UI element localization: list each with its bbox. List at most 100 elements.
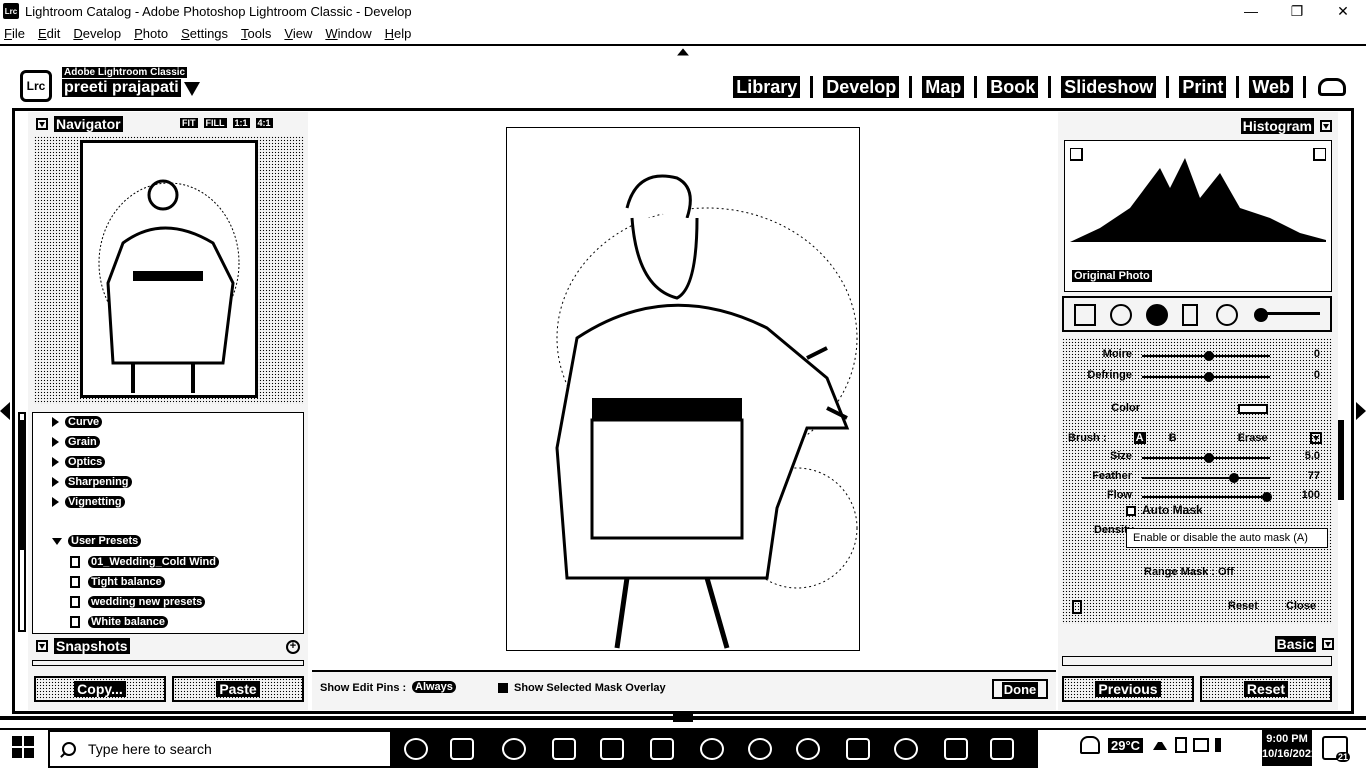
user-name[interactable]: preeti prajapati bbox=[62, 79, 181, 97]
flow-value[interactable]: 100 bbox=[1290, 489, 1320, 501]
preset-group-curve[interactable]: Curve bbox=[52, 416, 103, 428]
windows-start-icon[interactable] bbox=[12, 736, 34, 758]
preset-group-user-presets[interactable]: User Presets bbox=[52, 535, 142, 547]
photoshop-icon[interactable] bbox=[650, 738, 674, 760]
word-icon[interactable] bbox=[944, 738, 968, 760]
minimize-button[interactable]: — bbox=[1228, 0, 1274, 22]
show-overlay-checkbox[interactable] bbox=[498, 683, 508, 693]
preset-item[interactable]: 01_Wedding_Cold Wind bbox=[70, 556, 219, 568]
battery-icon[interactable] bbox=[1175, 737, 1188, 753]
module-library[interactable]: Library bbox=[733, 76, 801, 98]
close-button[interactable]: ✕ bbox=[1320, 0, 1366, 22]
flow-slider[interactable] bbox=[1142, 496, 1270, 498]
preset-group-vignetting[interactable]: Vignetting bbox=[52, 496, 125, 508]
feather-slider[interactable] bbox=[1142, 477, 1270, 479]
module-web[interactable]: Web bbox=[1249, 76, 1293, 98]
zoom-1-1[interactable]: 1:1 bbox=[232, 118, 250, 128]
feather-value[interactable]: 77 bbox=[1290, 470, 1320, 482]
adjustment-brush-icon[interactable] bbox=[1254, 308, 1268, 322]
menu-window[interactable]: Window bbox=[325, 26, 371, 41]
task-view-icon[interactable] bbox=[450, 738, 474, 760]
clock[interactable]: 9:00 PM 10/16/2021 bbox=[1262, 730, 1317, 766]
edit-pins-dropdown[interactable]: Always bbox=[412, 681, 456, 693]
module-book[interactable]: Book bbox=[987, 76, 1039, 98]
volume-icon[interactable] bbox=[1215, 738, 1229, 752]
navigator-header[interactable]: Navigator bbox=[36, 116, 123, 132]
menu-develop[interactable]: Develop bbox=[73, 26, 121, 41]
defringe-value[interactable]: 0 bbox=[1290, 369, 1320, 381]
previous-button[interactable]: Previous bbox=[1062, 676, 1194, 702]
edge-icon[interactable] bbox=[502, 738, 526, 760]
menu-edit[interactable]: Edit bbox=[38, 26, 60, 41]
collapse-top-panel-icon[interactable] bbox=[677, 48, 689, 56]
menu-help[interactable]: Help bbox=[385, 26, 412, 41]
crop-tool-icon[interactable] bbox=[1074, 304, 1096, 326]
menu-settings[interactable]: Settings bbox=[181, 26, 228, 41]
preset-item[interactable]: White balance bbox=[70, 616, 168, 628]
zoom-4-1[interactable]: 4:1 bbox=[255, 118, 273, 128]
brush-erase-tab[interactable]: Erase bbox=[1238, 432, 1268, 444]
app-icon[interactable] bbox=[700, 738, 724, 760]
collapse-filmstrip-icon[interactable] bbox=[673, 714, 693, 722]
moire-slider-knob[interactable] bbox=[1203, 351, 1214, 361]
moire-value[interactable]: 0 bbox=[1290, 348, 1320, 360]
done-button[interactable]: Done bbox=[992, 679, 1048, 699]
preset-group-grain[interactable]: Grain bbox=[52, 436, 100, 448]
file-explorer-icon[interactable] bbox=[552, 738, 576, 760]
copy-button[interactable]: Copy... bbox=[34, 676, 166, 702]
amount-slider[interactable] bbox=[1262, 312, 1320, 315]
right-panel-scrollbar[interactable] bbox=[1338, 420, 1344, 500]
radial-filter-icon[interactable] bbox=[1216, 304, 1238, 326]
module-map[interactable]: Map bbox=[922, 76, 965, 98]
graduated-filter-icon[interactable] bbox=[1182, 304, 1198, 326]
restore-button[interactable]: ❐ bbox=[1274, 0, 1320, 22]
histogram-header[interactable]: Histogram bbox=[1240, 118, 1332, 134]
illustrator-icon[interactable] bbox=[600, 738, 624, 760]
red-eye-tool-icon[interactable] bbox=[1146, 304, 1168, 326]
chevron-down-icon[interactable] bbox=[184, 82, 200, 96]
snapshots-header[interactable]: Snapshots bbox=[36, 638, 130, 654]
menu-tools[interactable]: Tools bbox=[241, 26, 271, 41]
chevron-up-icon[interactable] bbox=[1153, 740, 1168, 750]
paste-button[interactable]: Paste bbox=[172, 676, 304, 702]
network-icon[interactable] bbox=[1193, 738, 1210, 752]
spot-removal-tool-icon[interactable] bbox=[1110, 304, 1132, 326]
auto-mask-checkbox[interactable] bbox=[1126, 506, 1136, 516]
module-develop[interactable]: Develop bbox=[823, 76, 900, 98]
scrollbar-thumb[interactable] bbox=[19, 420, 25, 550]
taskbar-search[interactable]: Type here to search bbox=[48, 730, 392, 768]
size-slider-knob[interactable] bbox=[1203, 453, 1214, 463]
brush-b-tab[interactable]: B bbox=[1169, 432, 1177, 444]
toggle-icon[interactable] bbox=[1072, 600, 1082, 614]
range-mask-dropdown[interactable]: Range Mask : Off bbox=[1144, 566, 1234, 578]
lightroom-taskbar-icon[interactable] bbox=[990, 738, 1014, 760]
defringe-slider-knob[interactable] bbox=[1203, 372, 1214, 382]
main-photo[interactable] bbox=[506, 127, 860, 651]
app-icon[interactable] bbox=[846, 738, 870, 760]
skype-icon[interactable] bbox=[796, 738, 820, 760]
menu-photo[interactable]: Photo bbox=[134, 26, 168, 41]
preset-item[interactable]: Tight balance bbox=[70, 576, 165, 588]
weather-icon[interactable] bbox=[1080, 736, 1100, 754]
color-swatch[interactable] bbox=[1238, 404, 1268, 414]
cloud-icon[interactable] bbox=[1318, 78, 1346, 96]
basic-header[interactable]: Basic bbox=[1274, 636, 1334, 652]
zoom-fill[interactable]: FILL bbox=[203, 118, 227, 128]
menu-view[interactable]: View bbox=[284, 26, 312, 41]
auto-mask-label[interactable]: Auto Mask bbox=[1142, 503, 1203, 517]
reset-button[interactable]: Reset bbox=[1200, 676, 1332, 702]
expand-left-panel-icon[interactable] bbox=[0, 402, 10, 420]
size-value[interactable]: 5.0 bbox=[1290, 450, 1320, 462]
mask-reset-button[interactable]: Reset bbox=[1228, 600, 1258, 612]
zoom-fit[interactable]: FIT bbox=[180, 118, 198, 128]
navigator-thumbnail[interactable] bbox=[80, 140, 258, 398]
chrome-icon[interactable] bbox=[748, 738, 772, 760]
module-slideshow[interactable]: Slideshow bbox=[1061, 76, 1157, 98]
preset-group-sharpening[interactable]: Sharpening bbox=[52, 476, 132, 488]
cortana-icon[interactable] bbox=[404, 738, 428, 760]
menu-file[interactable]: File bbox=[4, 26, 25, 41]
module-print[interactable]: Print bbox=[1179, 76, 1227, 98]
app-icon[interactable] bbox=[894, 738, 918, 760]
temperature[interactable]: 29°C bbox=[1108, 737, 1144, 753]
notifications-icon[interactable]: 21 bbox=[1322, 736, 1350, 762]
